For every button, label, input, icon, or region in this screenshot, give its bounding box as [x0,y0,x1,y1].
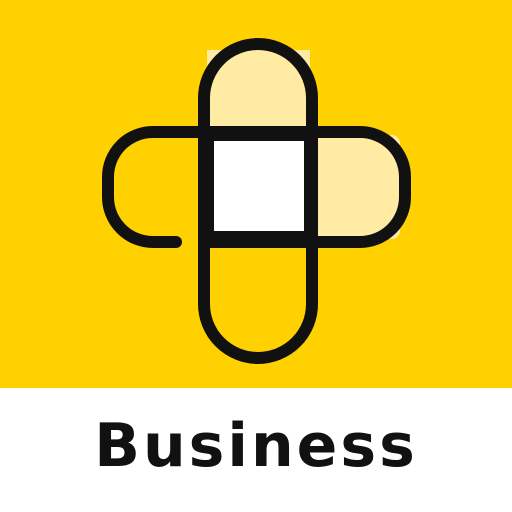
center-pad [211,138,307,234]
business-label: Business [94,411,418,481]
icon-background [0,0,512,388]
bandage-cross-icon [0,0,512,388]
right-arm-fill [310,135,400,239]
app-icon[interactable]: Business [0,0,512,512]
label-strip: Business [0,388,512,512]
